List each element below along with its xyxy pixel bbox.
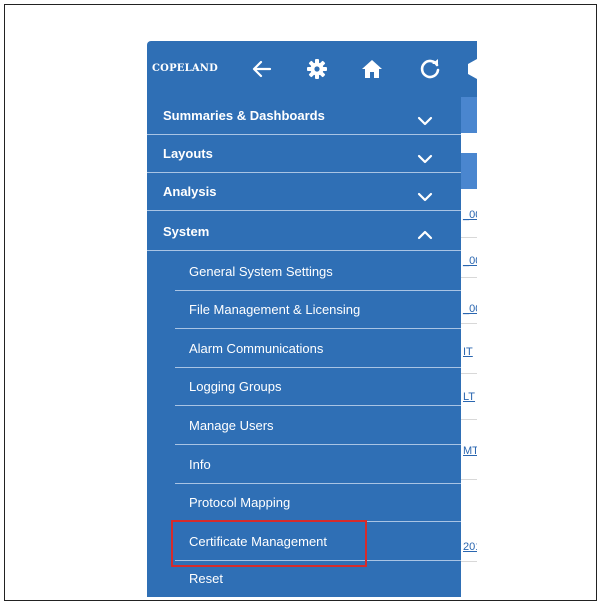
top-toolbar: COPELAND bbox=[147, 41, 477, 97]
menu-item-label: Protocol Mapping bbox=[189, 495, 291, 510]
background-row-divider bbox=[461, 373, 477, 374]
background-link[interactable]: _00 bbox=[463, 209, 477, 221]
background-link[interactable]: _00 bbox=[463, 303, 477, 315]
menu-item-label: Alarm Communications bbox=[189, 341, 324, 356]
background-header-strip bbox=[461, 153, 477, 189]
menu-item-label: Info bbox=[189, 457, 211, 472]
menu-item-logging-groups[interactable]: Logging Groups bbox=[175, 367, 461, 406]
menu-item-label: Reset bbox=[189, 571, 223, 586]
gear-icon[interactable] bbox=[305, 57, 329, 81]
chevron-down-icon bbox=[417, 151, 433, 167]
background-link[interactable]: 201 bbox=[463, 541, 477, 553]
background-link[interactable]: MT bbox=[463, 445, 477, 457]
menu-section-label: Analysis bbox=[163, 184, 217, 199]
home-icon[interactable] bbox=[360, 57, 384, 81]
background-row-divider bbox=[461, 561, 477, 562]
menu-item-label: General System Settings bbox=[189, 264, 333, 279]
menu-item-label: File Management & Licensing bbox=[189, 302, 361, 317]
menu-item-label: Manage Users bbox=[189, 418, 274, 433]
menu-section-layouts[interactable]: Layouts bbox=[147, 135, 461, 173]
screenshot-frame: COPELAND _0 _0 _0 IT LT MT 20 Summaries … bbox=[4, 4, 597, 601]
chevron-down-icon bbox=[417, 189, 433, 205]
menu-section-label: Summaries & Dashboards bbox=[163, 108, 325, 123]
cube-icon[interactable] bbox=[465, 57, 477, 81]
highlight-box bbox=[171, 520, 367, 567]
chevron-down-icon bbox=[417, 113, 433, 129]
menu-item-general-system-settings[interactable]: General System Settings bbox=[175, 252, 461, 291]
menu-item-label: Logging Groups bbox=[189, 379, 282, 394]
menu-item-info[interactable]: Info bbox=[175, 445, 461, 484]
menu-item-protocol-mapping[interactable]: Protocol Mapping bbox=[175, 483, 461, 522]
background-row-divider bbox=[461, 237, 477, 238]
menu-section-system[interactable]: System bbox=[147, 211, 461, 251]
menu-item-alarm-communications[interactable]: Alarm Communications bbox=[175, 329, 461, 368]
chevron-up-icon bbox=[417, 227, 433, 243]
menu-section-summaries-dashboards[interactable]: Summaries & Dashboards bbox=[147, 97, 461, 135]
background-link[interactable]: IT bbox=[463, 346, 473, 358]
background-link[interactable]: _00 bbox=[463, 255, 477, 267]
app-window: COPELAND _0 _0 _0 IT LT MT 20 Summaries … bbox=[147, 41, 477, 597]
back-arrow-icon[interactable] bbox=[250, 57, 274, 81]
menu-section-analysis[interactable]: Analysis bbox=[147, 173, 461, 211]
menu-section-label: Layouts bbox=[163, 146, 213, 161]
background-row-divider bbox=[461, 277, 477, 278]
brand-logo: COPELAND bbox=[152, 63, 219, 74]
background-header-strip bbox=[461, 97, 477, 133]
menu-section-label: System bbox=[163, 224, 210, 239]
background-row-divider bbox=[461, 419, 477, 420]
refresh-icon[interactable] bbox=[418, 57, 442, 81]
background-row-divider bbox=[461, 323, 477, 324]
menu-item-manage-users[interactable]: Manage Users bbox=[175, 406, 461, 445]
background-row-divider bbox=[461, 479, 477, 480]
background-link[interactable]: LT bbox=[463, 391, 475, 403]
menu-item-file-management-licensing[interactable]: File Management & Licensing bbox=[175, 290, 461, 329]
